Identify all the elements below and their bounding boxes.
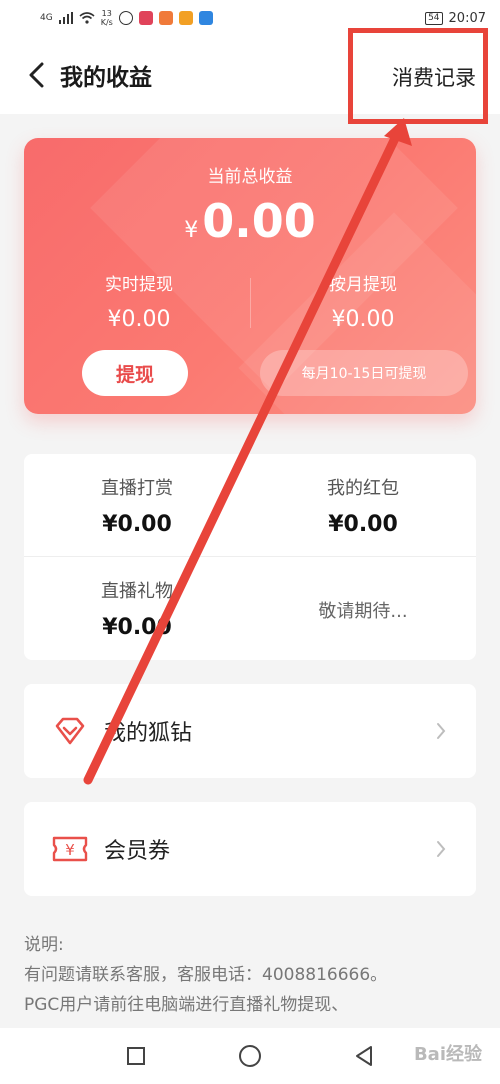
notes-line: 有问题请联系客服，客服电话：4008816666。 bbox=[24, 965, 388, 985]
notes-line: PGC用户请前往电脑端进行直播礼物提现、 bbox=[24, 995, 349, 1015]
network-speed: 13 K/s bbox=[100, 9, 113, 27]
battery-icon: 54 bbox=[425, 11, 443, 25]
diamond-icon bbox=[50, 711, 90, 751]
monthly-withdraw-note: 每月10-15日可提现 bbox=[260, 350, 468, 396]
app-notification-icon bbox=[118, 11, 133, 25]
live-tips-label: 直播打赏 bbox=[101, 478, 173, 499]
live-gift-value: ¥0.00 bbox=[102, 615, 172, 640]
svg-text:¥: ¥ bbox=[65, 841, 75, 859]
watermark: Bai经验 bbox=[413, 1044, 482, 1065]
realtime-withdraw-value: ¥0.00 bbox=[107, 307, 171, 332]
monthly-withdraw: 按月提现 ¥0.00 bbox=[288, 270, 438, 332]
coming-soon-text: 敬请期待... bbox=[318, 601, 408, 622]
menu-item-coupon[interactable]: ¥ 会员券 bbox=[24, 802, 476, 896]
signal-icon bbox=[58, 12, 73, 24]
status-left: 4G 13 K/s bbox=[40, 9, 213, 27]
total-earnings-value: ¥0.00 bbox=[24, 194, 476, 248]
red-packet-cell[interactable]: 我的红包 ¥0.00 bbox=[250, 454, 476, 556]
coupon-label: 会员券 bbox=[104, 839, 171, 864]
chevron-right-icon bbox=[436, 837, 452, 861]
coupon-icon: ¥ bbox=[50, 829, 90, 869]
realtime-withdraw-label: 实时提现 bbox=[105, 275, 173, 295]
monthly-withdraw-label: 按月提现 bbox=[329, 275, 397, 295]
page-title: 我的收益 bbox=[60, 65, 152, 91]
back-button[interactable] bbox=[350, 1042, 378, 1070]
live-tips-value: ¥0.00 bbox=[102, 512, 172, 537]
chevron-right-icon bbox=[436, 719, 452, 743]
app-notification-icon bbox=[178, 11, 193, 25]
card-divider bbox=[250, 278, 251, 328]
status-right: 54 20:07 bbox=[425, 11, 486, 26]
total-earnings-label: 当前总收益 bbox=[207, 167, 293, 187]
live-tips-cell[interactable]: 直播打赏 ¥0.00 bbox=[24, 454, 250, 556]
coming-soon-cell: 敬请期待... bbox=[250, 557, 476, 659]
back-icon[interactable] bbox=[12, 45, 60, 105]
notes-title: 说明: bbox=[24, 935, 64, 955]
withdraw-button[interactable]: 提现 bbox=[82, 350, 188, 396]
live-gift-cell[interactable]: 直播礼物 ¥0.00 bbox=[24, 557, 250, 659]
stats-card: 直播打赏 ¥0.00 我的红包 ¥0.00 直播礼物 ¥0.00 敬请期待... bbox=[24, 454, 476, 660]
home-button[interactable] bbox=[236, 1042, 264, 1070]
red-packet-value: ¥0.00 bbox=[328, 512, 398, 537]
fox-diamond-label: 我的狐钻 bbox=[104, 721, 193, 746]
earnings-card: 当前总收益 ¥0.00 实时提现 ¥0.00 按月提现 ¥0.00 提现 每月1… bbox=[24, 138, 476, 414]
clock: 20:07 bbox=[448, 10, 486, 26]
app-notification-icon bbox=[158, 11, 173, 25]
total-earnings-number: 0.00 bbox=[202, 194, 316, 248]
menu-item-fox-diamond[interactable]: 我的狐钻 bbox=[24, 684, 476, 778]
app-notification-icon bbox=[198, 11, 213, 25]
notes-section: 说明: 有问题请联系客服，客服电话：4008816666。 PGC用户请前往电脑… bbox=[24, 930, 484, 1020]
status-bar: 4G 13 K/s 54 20:07 bbox=[0, 0, 500, 36]
red-packet-label: 我的红包 bbox=[327, 478, 399, 499]
currency-symbol: ¥ bbox=[184, 218, 199, 243]
live-gift-label: 直播礼物 bbox=[101, 581, 173, 602]
consume-record-button[interactable]: 消费记录 bbox=[392, 62, 476, 92]
wifi-icon bbox=[79, 12, 95, 24]
network-type: 4G bbox=[40, 12, 53, 23]
monthly-withdraw-value: ¥0.00 bbox=[331, 307, 395, 332]
app-notification-icon bbox=[138, 11, 153, 25]
realtime-withdraw: 实时提现 ¥0.00 bbox=[64, 270, 214, 332]
recent-apps-button[interactable] bbox=[122, 1042, 150, 1070]
